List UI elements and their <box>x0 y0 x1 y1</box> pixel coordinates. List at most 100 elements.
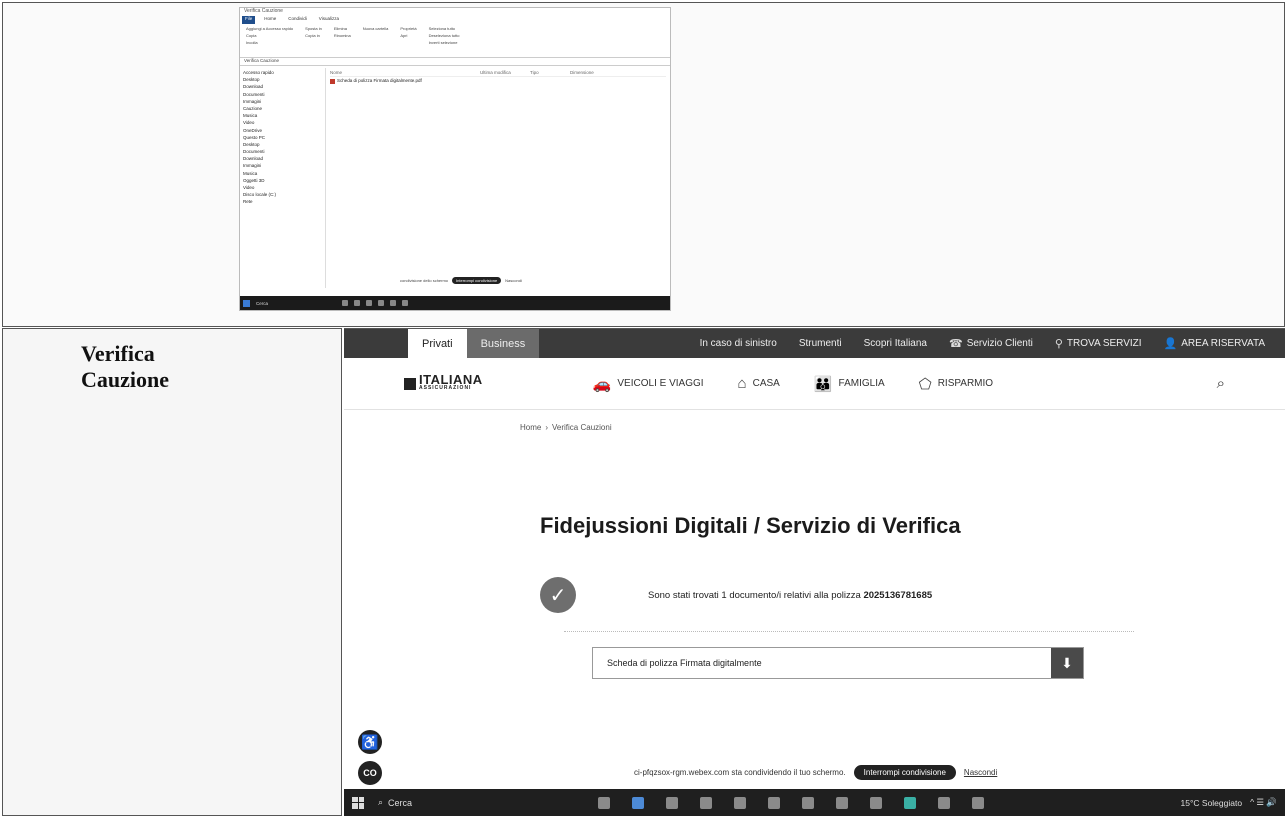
nav-item[interactable]: Desktop <box>243 142 322 149</box>
stop-sharing-button[interactable]: Interrompi condivisione <box>853 765 956 780</box>
nav-item[interactable]: Accesso rapido <box>243 70 322 77</box>
teams-icon[interactable] <box>666 796 678 809</box>
explorer-tab-file[interactable]: File <box>242 16 256 24</box>
explorer-file-list: Nome Ultima modifica Tipo Dimensione Sch… <box>326 68 670 288</box>
nav-item[interactable]: Musica <box>243 113 322 120</box>
file-explorer-icon[interactable] <box>734 796 746 809</box>
nav-item-risparmio-label: RISPARMIO <box>937 378 994 389</box>
explorer-tab-home[interactable]: Home <box>261 16 279 24</box>
windows-start-icon[interactable] <box>352 796 364 809</box>
accessibility-icon[interactable]: ♿ <box>358 730 382 754</box>
download-icon[interactable]: ⬇ <box>1051 648 1083 678</box>
ribbon-select-none-button[interactable]: Deseleziona tutto <box>429 33 460 38</box>
taskbar-search-box[interactable]: ⌕ Cerca <box>378 797 558 808</box>
link-sinistro-label: In caso di sinistro <box>699 338 777 349</box>
link-scopri[interactable]: Scopri Italiana <box>864 338 927 349</box>
webex-icon[interactable] <box>904 796 916 809</box>
vpn-icon[interactable] <box>836 796 848 809</box>
ribbon-move-button[interactable]: Sposta in <box>305 26 322 31</box>
acrobat-icon[interactable] <box>972 796 984 809</box>
nav-item[interactable]: Desktop <box>243 77 322 84</box>
breadcrumb-home[interactable]: Home <box>520 423 541 432</box>
co-button[interactable]: CO <box>358 761 382 785</box>
site-logo[interactable]: ITALIANA ASSICURAZIONI <box>404 373 483 392</box>
taskbar-app-icon[interactable] <box>342 300 348 306</box>
taskbar-app-icon[interactable] <box>354 300 360 306</box>
nav-item[interactable]: Questo PC <box>243 135 322 142</box>
nav-item[interactable]: Download <box>243 156 322 163</box>
nav-item[interactable]: Immagini <box>243 99 322 106</box>
ribbon-copyto-button[interactable]: Copia in <box>305 33 322 38</box>
outlook-icon[interactable] <box>632 796 644 809</box>
tray-icons[interactable]: ^ ☰ 🔊 <box>1250 797 1277 808</box>
explorer-body: Accesso rapido Desktop Download Document… <box>240 68 670 288</box>
taskbar-app-icon[interactable] <box>366 300 372 306</box>
link-strumenti[interactable]: Strumenti <box>799 338 842 349</box>
ribbon-open-button[interactable]: Apri <box>400 33 416 38</box>
store-icon[interactable] <box>768 796 780 809</box>
column-header-type[interactable]: Tipo <box>530 70 570 76</box>
nav-item[interactable]: Musica <box>243 171 322 178</box>
hide-share-bar-link[interactable]: Nascondi <box>964 768 997 777</box>
explorer-address-bar[interactable]: Verifica Cauzione <box>240 58 670 66</box>
ribbon-rename-button[interactable]: Rinomina <box>334 33 351 38</box>
calendar-icon[interactable] <box>870 796 882 809</box>
explorer-share-stop-button[interactable]: Interrompi condivisione <box>452 277 502 284</box>
nav-item[interactable]: Download <box>243 84 322 91</box>
explorer-share-hide-link[interactable]: Nascondi <box>505 278 522 283</box>
chat-icon[interactable] <box>802 796 814 809</box>
nav-item[interactable]: Video <box>243 185 322 192</box>
nav-item[interactable]: OneDrive <box>243 128 322 135</box>
document-label: Scheda di polizza Firmata digitalmente <box>607 658 762 668</box>
taskbar-search-label: Cerca <box>388 797 413 808</box>
column-header-size[interactable]: Dimensione <box>570 70 610 76</box>
weather-widget[interactable]: 15°C Soleggiato <box>1181 798 1243 808</box>
ribbon-invert-selection-button[interactable]: Inverti selezione <box>429 40 460 45</box>
chrome-icon[interactable] <box>938 796 950 809</box>
tab-business[interactable]: Business <box>466 329 540 358</box>
tab-privati[interactable]: Privati <box>408 329 467 358</box>
column-header-date[interactable]: Ultima modifica <box>480 70 530 76</box>
ribbon-delete-button[interactable]: Elimina <box>334 26 351 31</box>
nav-item[interactable]: Documenti <box>243 149 322 156</box>
nav-item-risparmio[interactable]: ⬠ RISPARMIO <box>919 375 993 393</box>
column-header-name[interactable]: Nome <box>330 70 480 76</box>
file-row[interactable]: Scheda di polizza Firmata digitalmente.p… <box>330 77 666 85</box>
link-sinistro[interactable]: In caso di sinistro <box>700 338 777 349</box>
ribbon-new-folder-button[interactable]: Nuova cartella <box>363 26 389 31</box>
link-servizio-clienti[interactable]: ☎ Servizio Clienti <box>949 337 1033 350</box>
ribbon-paste-button[interactable]: Incolla <box>246 40 293 45</box>
taskbar-app-icon[interactable] <box>402 300 408 306</box>
nav-item[interactable]: Disco locale (C:) <box>243 192 322 199</box>
ribbon-select-all-button[interactable]: Seleziona tutto <box>429 26 460 31</box>
breadcrumb: Home › Verifica Cauzioni <box>520 423 612 432</box>
nav-item-veicoli[interactable]: 🚗 VEICOLI E VIAGGI <box>593 375 704 393</box>
edge-icon[interactable] <box>700 796 712 809</box>
taskbar-app-icon[interactable] <box>390 300 396 306</box>
explorer-ribbon-tabs: File Home Condividi Visualizza <box>240 16 670 24</box>
ribbon-group-open: Proprietà Apri <box>400 26 416 55</box>
link-area-riservata[interactable]: 👤 AREA RISERVATA <box>1164 337 1265 350</box>
link-trova-servizi[interactable]: ⚲ TROVA SERVIZI <box>1055 337 1142 350</box>
nav-item[interactable]: Immagini <box>243 163 322 170</box>
windows-start-icon[interactable] <box>243 299 250 307</box>
taskbar-app-icon[interactable] <box>378 300 384 306</box>
page-title: Fidejussioni Digitali / Servizio di Veri… <box>540 513 961 539</box>
ribbon-properties-button[interactable]: Proprietà <box>400 26 416 31</box>
explorer-tab-view[interactable]: Visualizza <box>316 16 342 24</box>
nav-item-casa[interactable]: ⌂ CASA <box>738 375 780 393</box>
ribbon-pin-button[interactable]: Aggiungi a Accesso rapido <box>246 26 293 31</box>
nav-item[interactable]: Oggetti 3D <box>243 178 322 185</box>
nav-item[interactable]: Cauzione <box>243 106 322 113</box>
nav-item-famiglia[interactable]: 👪 FAMIGLIA <box>814 375 885 393</box>
nav-item[interactable]: Rete <box>243 199 322 206</box>
taskbar-search[interactable]: Cerca <box>256 301 336 306</box>
explorer-tab-share[interactable]: Condividi <box>285 16 310 24</box>
taskview-icon[interactable] <box>598 796 610 809</box>
ribbon-copy-button[interactable]: Copia <box>246 33 293 38</box>
screen-share-bar: ci-pfqzsox-rgm.webex.com sta condividend… <box>634 765 997 780</box>
search-icon[interactable]: ⌕ <box>1217 375 1225 392</box>
family-icon: 👪 <box>813 375 833 393</box>
nav-item[interactable]: Documenti <box>243 92 322 99</box>
nav-item[interactable]: Video <box>243 120 322 127</box>
